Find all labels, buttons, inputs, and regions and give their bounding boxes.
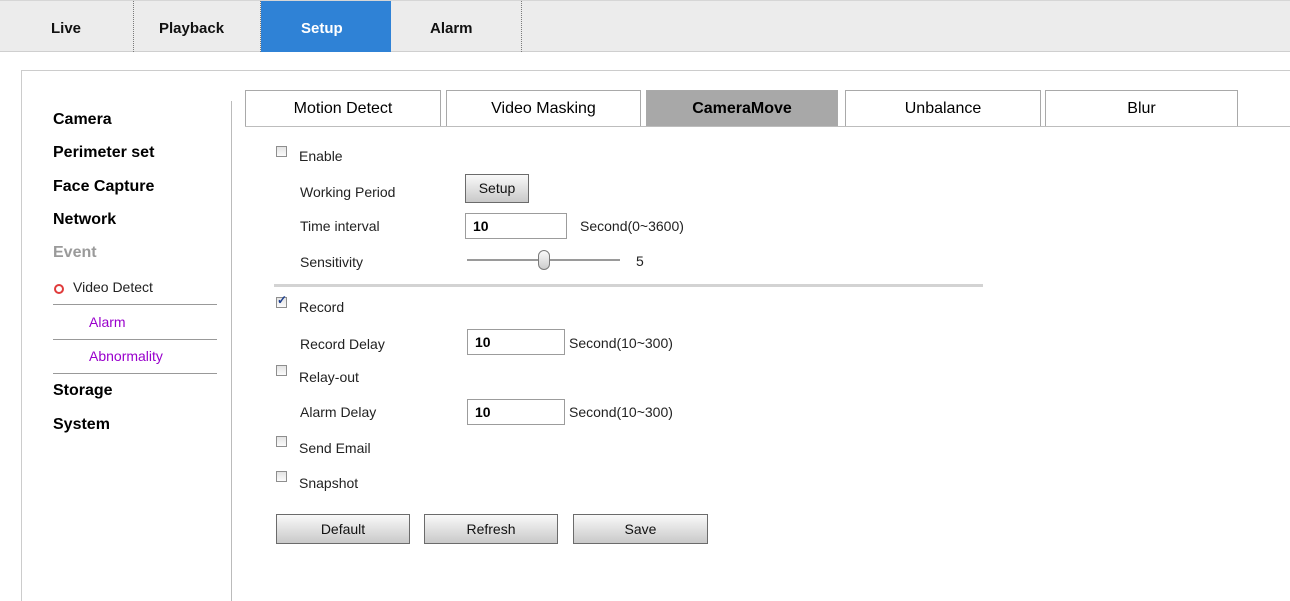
section-divider: [274, 284, 983, 287]
alarm-delay-label: Alarm Delay: [300, 404, 377, 420]
sidebar-divider: [231, 101, 232, 601]
submenu-divider: [53, 339, 217, 340]
tab-video-masking[interactable]: Video Masking: [446, 90, 641, 126]
tab-unbalance[interactable]: Unbalance: [845, 90, 1041, 126]
working-period-setup-button[interactable]: Setup: [465, 174, 529, 203]
top-tab-playback[interactable]: Playback: [134, 1, 261, 52]
top-tab-live-label: Live: [51, 20, 82, 37]
active-bullet-icon: [54, 284, 64, 294]
record-label: Record: [299, 299, 345, 315]
refresh-button[interactable]: Refresh: [424, 514, 558, 544]
time-interval-unit: Second(0~3600): [580, 218, 684, 234]
tab-underline: [245, 126, 1290, 127]
snapshot-label: Snapshot: [299, 475, 359, 491]
sensitivity-value: 5: [636, 253, 644, 269]
relay-out-label: Relay-out: [299, 369, 359, 385]
top-tab-live[interactable]: Live: [0, 1, 134, 52]
top-tab-alarm-label: Alarm: [430, 20, 473, 37]
alarm-delay-unit: Second(10~300): [569, 404, 673, 420]
default-button[interactable]: Default: [276, 514, 410, 544]
sidebar-subitem-abnormality[interactable]: Abnormality: [89, 348, 163, 364]
alarm-delay-input[interactable]: 10: [467, 399, 565, 425]
sidebar-item-perimeter-set[interactable]: Perimeter set: [53, 144, 154, 162]
send-email-label: Send Email: [299, 440, 371, 456]
submenu-divider: [53, 373, 217, 374]
top-tab-alarm[interactable]: Alarm: [391, 1, 522, 52]
record-delay-input[interactable]: 10: [467, 329, 565, 355]
sensitivity-slider-thumb[interactable]: [537, 250, 550, 270]
sidebar-item-event[interactable]: Event: [53, 244, 97, 262]
sidebar-item-system[interactable]: System: [53, 416, 110, 434]
sidebar-subitem-alarm[interactable]: Alarm: [89, 314, 126, 330]
sidebar-item-storage[interactable]: Storage: [53, 382, 113, 400]
top-nav-bar: Live Playback Setup Alarm: [0, 0, 1290, 52]
tab-camera-move[interactable]: CameraMove: [646, 90, 838, 126]
record-delay-unit: Second(10~300): [569, 335, 673, 351]
top-tab-playback-label: Playback: [159, 20, 225, 37]
tab-motion-detect[interactable]: Motion Detect: [245, 90, 441, 126]
sidebar-item-network[interactable]: Network: [53, 211, 116, 229]
time-interval-label: Time interval: [300, 218, 380, 234]
snapshot-checkbox[interactable]: [276, 471, 287, 482]
tab-blur[interactable]: Blur: [1045, 90, 1238, 126]
sidebar-subitem-video-detect[interactable]: Video Detect: [73, 279, 153, 295]
enable-checkbox[interactable]: [276, 146, 287, 157]
enable-label: Enable: [299, 148, 343, 164]
record-checkbox[interactable]: [276, 293, 287, 308]
save-button[interactable]: Save: [573, 514, 708, 544]
record-delay-label: Record Delay: [300, 336, 385, 352]
top-tab-setup[interactable]: Setup: [261, 1, 391, 52]
top-tab-setup-label: Setup: [301, 20, 343, 37]
send-email-checkbox[interactable]: [276, 436, 287, 447]
submenu-divider: [53, 304, 217, 305]
time-interval-input[interactable]: 10: [465, 213, 567, 239]
sensitivity-label: Sensitivity: [300, 254, 364, 270]
working-period-label: Working Period: [300, 184, 396, 200]
sidebar-item-camera[interactable]: Camera: [53, 111, 112, 129]
sidebar-item-face-capture[interactable]: Face Capture: [53, 178, 154, 196]
relay-out-checkbox[interactable]: [276, 365, 287, 376]
